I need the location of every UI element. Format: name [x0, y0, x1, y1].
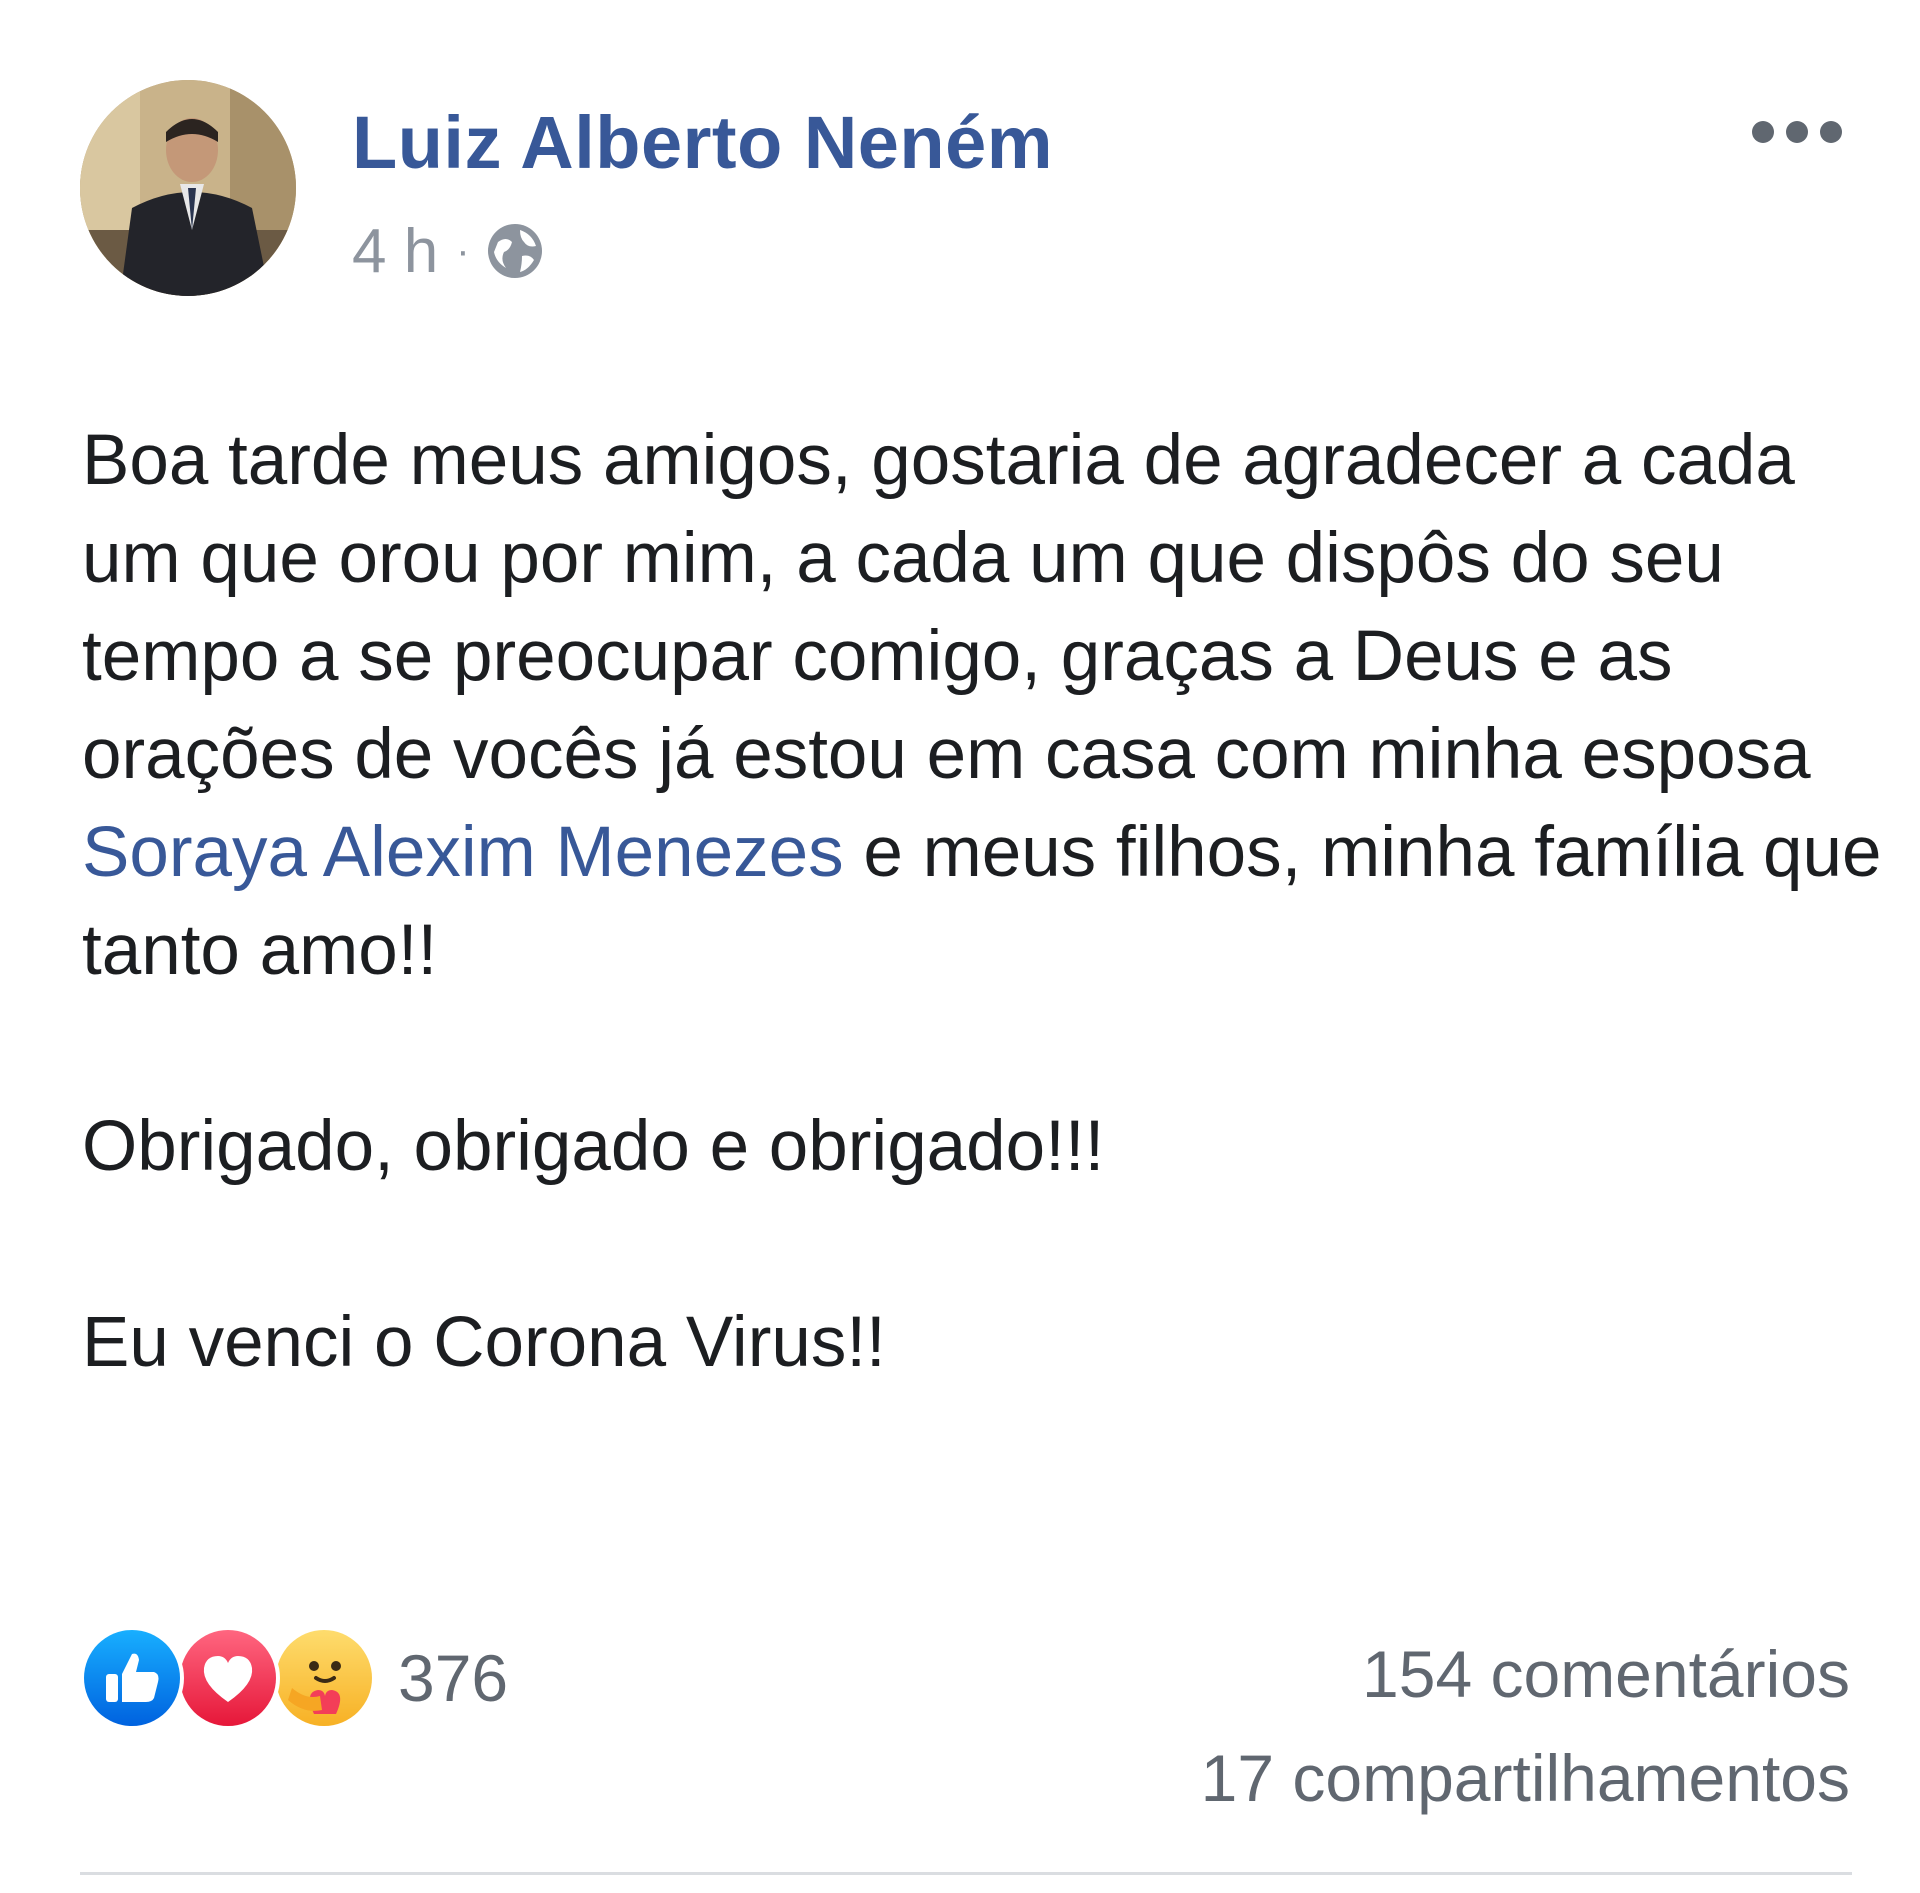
like-icon [80, 1626, 184, 1730]
reactions-summary[interactable]: 376 [80, 1626, 508, 1730]
mention-link[interactable]: Soraya Alexim Menezes [82, 813, 844, 892]
post-paragraph: Obrigado, obrigado e obrigado!!! [82, 1107, 1105, 1186]
footer-divider [80, 1872, 1852, 1875]
author-avatar[interactable] [80, 80, 296, 296]
meta-separator: · [456, 228, 470, 273]
post-time[interactable]: 4 h [352, 216, 438, 287]
shares-count[interactable]: 17 compartilhamentos [1201, 1740, 1850, 1816]
post-meta: 4 h · [352, 216, 546, 286]
comments-count[interactable]: 154 comentários [1362, 1636, 1850, 1712]
post-paragraph: Boa tarde meus amigos, gostaria de agrad… [82, 412, 1882, 1000]
facebook-post: Luiz Alberto Neném 4 h · Boa tarde meus … [0, 0, 1920, 1893]
more-dot [1752, 121, 1774, 143]
post-body: Boa tarde meus amigos, gostaria de agrad… [82, 412, 1882, 1392]
reaction-count[interactable]: 376 [398, 1640, 508, 1716]
more-dot [1820, 121, 1842, 143]
more-dot [1786, 121, 1808, 143]
more-options-icon[interactable] [1752, 112, 1842, 152]
care-icon [272, 1626, 376, 1730]
avatar-photo [80, 80, 296, 296]
love-icon [176, 1626, 280, 1730]
paragraph-text: Boa tarde meus amigos, gostaria de agrad… [82, 421, 1811, 794]
author-name[interactable]: Luiz Alberto Neném [352, 100, 1053, 185]
globe-icon[interactable] [484, 220, 546, 282]
post-paragraph: Eu venci o Corona Virus!! [82, 1303, 886, 1382]
